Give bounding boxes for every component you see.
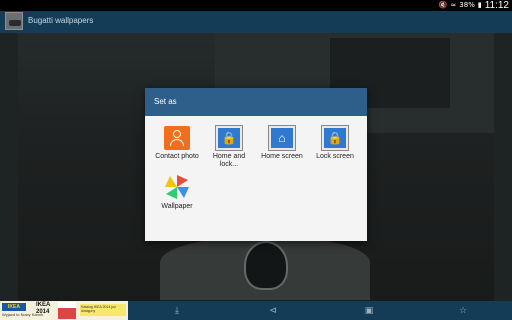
option-label: Home screen (261, 153, 303, 160)
clock: 11:12 (484, 0, 509, 11)
battery-percent: 38% (459, 1, 475, 9)
app-title: Bugatti wallpapers (28, 16, 94, 25)
battery-icon: ▮ (477, 1, 482, 9)
left-margin (0, 33, 18, 301)
ad-banner[interactable]: IKEA Wyjazd to Nowy Karnik IKEA 2014 Kat… (0, 301, 128, 320)
option-wallpaper[interactable]: Wallpaper (153, 174, 201, 211)
download-button[interactable]: ⤓ (163, 301, 191, 320)
option-label: Wallpaper (161, 203, 193, 210)
bottom-bar: IKEA Wyjazd to Nowy Karnik IKEA 2014 Kat… (0, 301, 512, 320)
favorite-star-icon: ☆ (458, 305, 468, 316)
app-bar: Bugatti wallpapers (0, 11, 512, 33)
wallpaper-pinwheel-icon (164, 174, 190, 200)
share-icon: ⊲ (269, 305, 277, 316)
right-margin (494, 33, 512, 301)
home-lock-screen-icon: 🔒 (216, 126, 242, 150)
mute-icon: 🔇 (438, 1, 448, 9)
lock-screen-icon: 🔒 (322, 126, 348, 150)
option-label: Contact photo (155, 153, 199, 160)
option-home-and-lock[interactable]: 🔒 Home and lock... (205, 126, 253, 169)
ad-year: 2014 (36, 309, 50, 315)
home-screen-icon: ⌂ (269, 126, 295, 150)
share-button[interactable]: ⊲ (259, 301, 287, 320)
ad-catalog-label: IKEA (36, 302, 51, 308)
ad-brand-logo: IKEA (2, 303, 26, 311)
app-thumbnail-icon[interactable] (5, 12, 23, 30)
download-icon: ⤓ (175, 305, 179, 316)
status-bar: 🔇 ≈ 38% ▮ 11:12 (0, 0, 512, 11)
status-right: 🔇 ≈ 38% ▮ 11:12 (439, 0, 509, 11)
crop-button[interactable]: ▣ (355, 301, 383, 320)
contact-photo-icon (164, 126, 190, 150)
option-lock-screen[interactable]: 🔒 Lock screen (311, 126, 359, 161)
set-as-dialog: Set as Contact photo 🔒 Home and lock... … (145, 88, 367, 241)
crop-icon: ▣ (364, 305, 374, 316)
wifi-icon: ≈ (450, 1, 457, 9)
favorite-button[interactable]: ☆ (449, 301, 477, 320)
option-label: Lock screen (316, 153, 354, 160)
dialog-title: Set as (145, 88, 367, 116)
option-contact-photo[interactable]: Contact photo (153, 126, 201, 161)
ad-promo-text: Katalog IKEA 2014 już dostępny (80, 304, 126, 316)
option-label: Home and lock... (212, 153, 246, 168)
option-home-screen[interactable]: ⌂ Home screen (258, 126, 306, 161)
